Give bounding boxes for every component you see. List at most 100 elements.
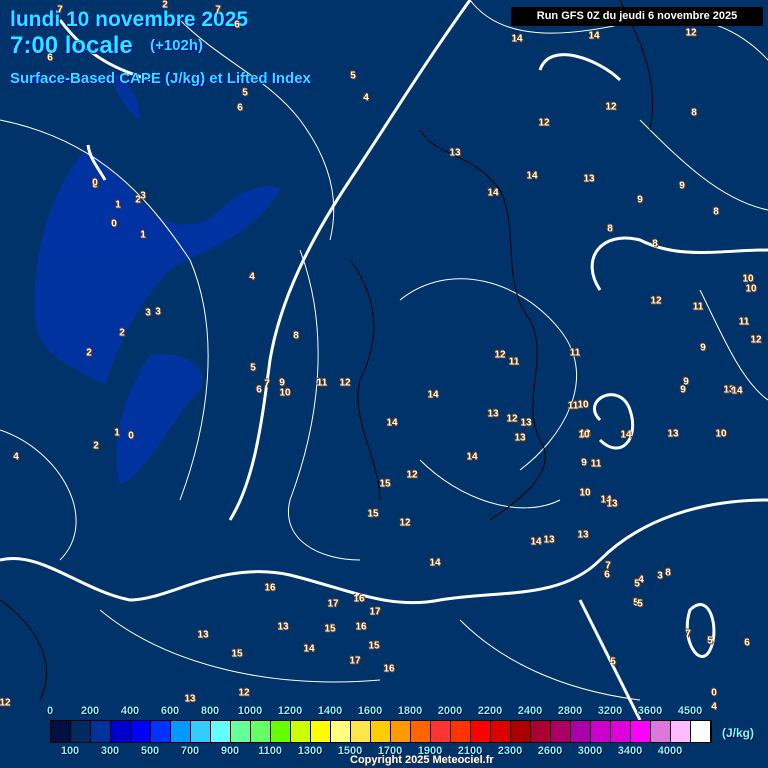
lifted-index-label: 2 <box>93 440 99 452</box>
lifted-index-label: 9 <box>679 180 685 192</box>
legend-swatch <box>111 721 131 742</box>
lifted-index-label: 15 <box>324 623 336 635</box>
lifted-index-label: 16 <box>355 621 367 633</box>
lifted-index-label: 13 <box>514 432 526 444</box>
lifted-index-label: 3 <box>140 190 146 202</box>
lifted-index-label: 11 <box>569 347 581 359</box>
legend-top-label: 600 <box>160 705 180 717</box>
lifted-index-label: 14 <box>530 536 542 548</box>
legend-swatch <box>311 721 331 742</box>
legend-swatch <box>211 721 231 742</box>
lifted-index-label: 11 <box>692 301 704 313</box>
legend-bottom-label: 1100 <box>258 745 282 757</box>
lifted-index-label: 15 <box>379 478 391 490</box>
legend-swatch <box>471 721 491 742</box>
legend-swatch <box>351 721 371 742</box>
lifted-index-label: 12 <box>605 101 617 113</box>
lifted-index-label: 13 <box>667 428 679 440</box>
legend-top-label: 2200 <box>477 705 503 717</box>
legend-swatch <box>51 721 71 742</box>
lifted-index-label: 7 <box>264 378 270 390</box>
lifted-index-label: 13 <box>197 629 209 641</box>
legend-swatch <box>251 721 271 742</box>
lifted-index-label: 16 <box>383 663 395 675</box>
lifted-index-label: 6 <box>744 637 750 649</box>
legend-swatch <box>551 721 571 742</box>
legend-swatch <box>451 721 471 742</box>
run-info: Run GFS 0Z du jeudi 6 novembre 2025 <box>511 7 763 26</box>
lifted-index-label: 6 <box>234 19 240 31</box>
legend-swatch <box>651 721 671 742</box>
legend-swatch <box>691 721 711 742</box>
parameter-title: Surface-Based CAPE (J/kg) et Lifted Inde… <box>10 70 311 87</box>
lifted-index-label: 4 <box>13 451 19 463</box>
lifted-index-label: 4 <box>249 271 255 283</box>
lifted-index-label: 9 <box>683 376 689 388</box>
lifted-index-label: 14 <box>487 187 499 199</box>
lifted-index-label: 4 <box>363 92 369 104</box>
lifted-index-label: 3 <box>145 307 151 319</box>
legend-bottom-label: 1300 <box>297 745 323 757</box>
lifted-index-label: 0 <box>128 430 134 442</box>
lifted-index-label: 2 <box>162 0 168 11</box>
lifted-index-label: 0 <box>111 218 117 230</box>
lifted-index-label: 12 <box>399 517 411 529</box>
legend-bottom-label: 500 <box>140 745 160 757</box>
lifted-index-label: 9 <box>637 194 643 206</box>
legend-top-label: 0 <box>46 705 54 717</box>
lifted-index-label: 2 <box>119 327 125 339</box>
lifted-index-label: 9 <box>700 342 706 354</box>
lifted-index-label: 12 <box>685 27 697 39</box>
lifted-index-label: 11 <box>738 316 750 328</box>
legend-swatch <box>571 721 591 742</box>
legend-top-label: 2800 <box>557 705 583 717</box>
lifted-index-label: 6 <box>604 569 610 581</box>
lifted-index-label: 2 <box>86 347 92 359</box>
legend-swatch <box>511 721 531 742</box>
legend-top-label: 1000 <box>237 705 263 717</box>
lifted-index-label: 13 <box>543 534 555 546</box>
legend-swatch <box>611 721 631 742</box>
legend-swatch <box>631 721 651 742</box>
lifted-index-label: 15 <box>231 648 243 660</box>
legend-swatch <box>531 721 551 742</box>
legend-top-label: 3200 <box>597 705 623 717</box>
legend-swatch <box>271 721 291 742</box>
lifted-index-label: 12 <box>238 687 250 699</box>
lifted-index-label: 12 <box>538 117 550 129</box>
legend-top-label: 400 <box>120 705 140 717</box>
lifted-index-label: 17 <box>369 606 381 618</box>
lifted-index-label: 16 <box>264 582 276 594</box>
legend-top-label: 1400 <box>317 705 343 717</box>
lifted-index-label: 15 <box>367 508 379 520</box>
lifted-index-label: 0 <box>711 687 717 699</box>
legend-top-label: 3600 <box>637 705 663 717</box>
forecast-time: 7:00 locale <box>10 32 133 59</box>
lifted-index-label: 10 <box>279 387 291 399</box>
legend-swatch <box>171 721 191 742</box>
lifted-index-label: 1 <box>140 229 146 241</box>
lifted-index-label: 14 <box>511 33 523 45</box>
lifted-index-label: 13 <box>487 408 499 420</box>
lifted-index-label: 14 <box>427 389 439 401</box>
lifted-index-label: 8 <box>713 206 719 218</box>
lifted-index-label: 10 <box>745 283 757 295</box>
legend-bottom-label: 900 <box>220 745 240 757</box>
lifted-index-label: 13 <box>577 529 589 541</box>
legend-top-label: 800 <box>200 705 220 717</box>
legend-swatch <box>131 721 151 742</box>
lifted-index-label: 13 <box>606 498 618 510</box>
lifted-index-label: 12 <box>506 413 518 425</box>
cape-shading <box>34 70 281 485</box>
lifted-index-label: 6 <box>256 384 262 396</box>
lifted-index-label: 14 <box>429 557 441 569</box>
lifted-index-label: 14 <box>731 385 743 397</box>
lifted-index-label: 13 <box>520 417 532 429</box>
lifted-index-label: 9 <box>581 457 587 469</box>
lifted-index-label: 7 <box>57 4 63 16</box>
lifted-index-label: 12 <box>494 349 506 361</box>
legend-bottom-label: 4000 <box>657 745 683 757</box>
lifted-index-label: 4 <box>711 701 717 713</box>
lifted-index-label: 5 <box>610 656 616 668</box>
lifted-index-label: 11 <box>590 458 602 470</box>
